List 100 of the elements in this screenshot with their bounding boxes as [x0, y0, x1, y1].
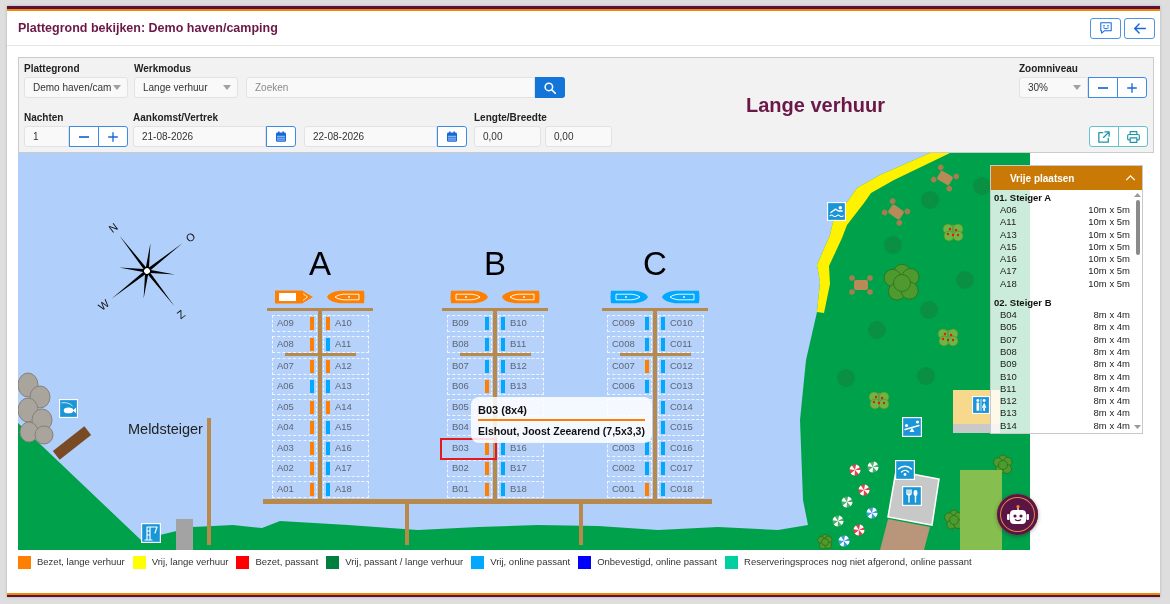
- fruit-tree-icon: [937, 328, 959, 347]
- open-external-button[interactable]: [1089, 126, 1119, 147]
- berth-name[interactable]: B07: [1000, 333, 1017, 346]
- berth-label[interactable]: A05: [277, 399, 294, 415]
- restaurant-icon: [902, 486, 922, 506]
- berth-label[interactable]: A06: [277, 379, 294, 394]
- berth-name[interactable]: B05: [1000, 321, 1017, 334]
- berth-name[interactable]: B04: [1000, 309, 1017, 322]
- scrollbar-thumb[interactable]: [1135, 200, 1140, 255]
- berth-label[interactable]: B03: [452, 441, 469, 456]
- zoom-in-button[interactable]: [1117, 77, 1147, 98]
- berth-label[interactable]: B05: [452, 399, 469, 415]
- berth-label[interactable]: A09: [277, 316, 294, 331]
- berth-label[interactable]: C015: [670, 420, 693, 435]
- berth-label[interactable]: C001: [612, 481, 635, 497]
- berth-label[interactable]: A02: [277, 461, 294, 476]
- berth-label[interactable]: B11: [510, 336, 527, 352]
- berth-label[interactable]: B16: [510, 440, 527, 456]
- berth-label[interactable]: C011: [670, 336, 692, 352]
- berth-name[interactable]: B11: [1000, 382, 1017, 396]
- printer-icon: [1126, 130, 1140, 143]
- width-field[interactable]: 0,00: [545, 126, 612, 147]
- berth-label[interactable]: B08: [452, 336, 469, 352]
- berth-label[interactable]: A11: [335, 336, 352, 352]
- berth-label[interactable]: A15: [335, 420, 352, 435]
- departure-date-field[interactable]: 22-08-2026: [304, 126, 437, 147]
- fruit-tree-icon: [868, 391, 890, 410]
- berth-size: 10m x 5m: [1088, 265, 1130, 278]
- berth-name[interactable]: A13: [1000, 228, 1017, 241]
- berth-label[interactable]: A17: [335, 461, 352, 476]
- berth-label[interactable]: B04: [452, 420, 469, 435]
- berth-label[interactable]: B13: [510, 379, 527, 394]
- berth-label[interactable]: A13: [335, 379, 352, 394]
- feedback-button[interactable]: [1090, 17, 1121, 39]
- berth-label[interactable]: C009: [612, 316, 635, 331]
- length-field[interactable]: 0,00: [474, 126, 541, 147]
- berth-label[interactable]: A04: [277, 420, 294, 435]
- berth-label[interactable]: C008: [612, 336, 635, 352]
- calendar-button[interactable]: [266, 126, 296, 147]
- berth-label[interactable]: A16: [335, 440, 352, 456]
- search-button[interactable]: [535, 77, 565, 98]
- berth-label[interactable]: A10: [335, 316, 352, 331]
- berth-name[interactable]: A06: [1000, 204, 1017, 217]
- calendar-button[interactable]: [437, 126, 467, 147]
- berth-label[interactable]: A07: [277, 358, 294, 374]
- berth-label[interactable]: B12: [510, 358, 527, 374]
- berth-label[interactable]: A14: [335, 399, 352, 415]
- berth-label[interactable]: C013: [670, 379, 693, 394]
- berth-label[interactable]: A01: [277, 481, 294, 497]
- nights-field[interactable]: 1: [24, 126, 69, 147]
- fruit-tree-icon: [942, 223, 964, 242]
- berth-name[interactable]: B08: [1000, 345, 1017, 359]
- berth-label[interactable]: C006: [612, 379, 635, 394]
- arrival-date-field[interactable]: 21-08-2026: [133, 126, 266, 147]
- berth-label[interactable]: A18: [335, 481, 352, 497]
- berth-name[interactable]: A15: [1000, 240, 1017, 254]
- berth-name[interactable]: A11: [1000, 216, 1017, 229]
- berth-name[interactable]: B10: [1000, 370, 1017, 383]
- search-field[interactable]: Zoeken: [246, 77, 535, 98]
- work-mode-dropdown[interactable]: Lange verhuur: [134, 77, 238, 98]
- berth-name[interactable]: B14: [1000, 419, 1017, 433]
- berth-label[interactable]: C012: [670, 358, 693, 374]
- pier-letter: A: [309, 248, 331, 280]
- back-button[interactable]: [1124, 17, 1155, 39]
- zoom-dropdown[interactable]: 30%: [1019, 77, 1088, 98]
- berth-label[interactable]: C010: [670, 316, 693, 331]
- berth-label[interactable]: B09: [452, 316, 469, 331]
- berth-label[interactable]: B18: [510, 481, 527, 497]
- berth-label[interactable]: A03: [277, 440, 294, 456]
- wifi-icon: [895, 460, 915, 480]
- berth-name[interactable]: A17: [1000, 265, 1017, 278]
- berth-label[interactable]: A12: [335, 358, 352, 374]
- panel-header-button[interactable]: Vrije plaatsen: [991, 166, 1142, 190]
- berth-name[interactable]: B12: [1000, 395, 1017, 408]
- berth-label[interactable]: B02: [452, 461, 469, 476]
- berth-label[interactable]: C003: [612, 440, 635, 456]
- nights-label: Nachten: [24, 112, 65, 124]
- berth-label[interactable]: C018: [670, 481, 693, 497]
- compass-rose-icon: [111, 235, 183, 307]
- berth-label[interactable]: B01: [452, 481, 469, 497]
- zoom-out-button[interactable]: [1088, 77, 1118, 98]
- print-button[interactable]: [1118, 126, 1148, 147]
- berth-name[interactable]: B09: [1000, 358, 1017, 371]
- berth-name[interactable]: B13: [1000, 407, 1017, 420]
- berth-name[interactable]: A16: [1000, 253, 1017, 266]
- increase-button[interactable]: [98, 126, 128, 147]
- berth-label[interactable]: C002: [612, 461, 635, 476]
- decrease-button[interactable]: [69, 126, 99, 147]
- berth-label[interactable]: B06: [452, 379, 469, 394]
- berth-name[interactable]: A18: [1000, 277, 1017, 291]
- berth-label[interactable]: C014: [670, 399, 693, 415]
- berth-size: 8m x 4m: [1093, 407, 1130, 420]
- berth-label[interactable]: B10: [510, 316, 527, 331]
- berth-label[interactable]: C007: [612, 358, 635, 374]
- berth-label[interactable]: B17: [510, 461, 527, 476]
- berth-label[interactable]: B07: [452, 358, 469, 374]
- berth-label[interactable]: A08: [277, 336, 294, 352]
- berth-label[interactable]: C017: [670, 461, 693, 476]
- berth-label[interactable]: C016: [670, 440, 693, 456]
- floor-plan-dropdown[interactable]: Demo haven/cam: [24, 77, 128, 98]
